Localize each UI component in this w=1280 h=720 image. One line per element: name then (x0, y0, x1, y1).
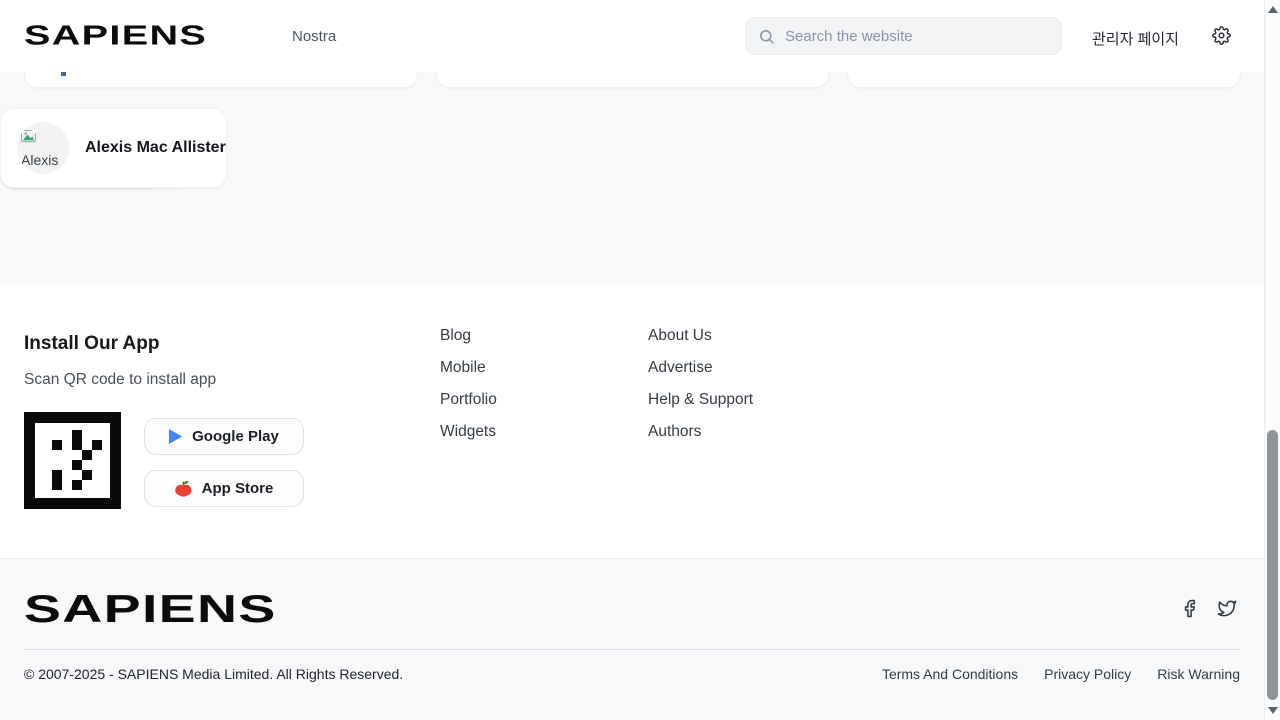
footer-link[interactable]: Portfolio (440, 391, 497, 423)
qr-pattern (42, 430, 102, 490)
footer: Install Our App Scan QR code to install … (0, 285, 1264, 558)
google-play-button[interactable]: Google Play (144, 418, 304, 455)
footer-divider (24, 649, 1240, 650)
broken-image-icon (21, 127, 36, 149)
footer-logo[interactable]: SAPIENS (24, 587, 473, 631)
scroll-down-icon[interactable] (1268, 707, 1278, 714)
app-store-button[interactable]: App Store (144, 470, 304, 507)
footer-link[interactable]: About Us (648, 327, 753, 359)
page: SAPIENS Nostra 관리자 페이지 Phil Foden Phil F… (0, 0, 1280, 720)
app-store-label: App Store (202, 480, 274, 497)
scrollbar[interactable] (1264, 0, 1280, 720)
install-app-title: Install Our App (24, 333, 159, 355)
footer-link[interactable]: Widgets (440, 423, 497, 455)
facebook-icon[interactable] (1180, 599, 1199, 618)
footer-links-secondary: About UsAdvertiseHelp & SupportAuthors (648, 327, 753, 455)
qr-code (24, 412, 121, 509)
player-name: Alexis Mac Allister (85, 139, 226, 157)
google-play-label: Google Play (192, 428, 279, 445)
social-links (1180, 599, 1237, 618)
footer-link[interactable]: Mobile (440, 359, 497, 391)
legal-link[interactable]: Privacy Policy (1044, 666, 1131, 682)
scroll-up-icon[interactable] (1268, 6, 1278, 13)
legal-link[interactable]: Terms And Conditions (882, 666, 1018, 682)
legal-link[interactable]: Risk Warning (1157, 666, 1240, 682)
footer-link[interactable]: Advertise (648, 359, 753, 391)
footer-links-primary: BlogMobilePortfolioWidgets (440, 327, 497, 455)
site-name-label: Nostra (292, 28, 336, 45)
footer-link[interactable]: Authors (648, 423, 753, 455)
apple-icon (175, 480, 192, 497)
search-input[interactable] (785, 28, 1049, 45)
install-app-subtitle: Scan QR code to install app (24, 371, 216, 389)
settings-gear-icon[interactable] (1212, 26, 1232, 46)
avatar-alt-text: Alexis Mac Allister (21, 152, 63, 174)
admin-page-link[interactable]: 관리자 페이지 (1092, 28, 1179, 49)
avatar: Alexis Mac Allister (17, 122, 69, 174)
legal-links: Terms And Conditions Privacy Policy Risk W… (882, 666, 1240, 682)
header: SAPIENS Nostra 관리자 페이지 (0, 0, 1264, 72)
scrollbar-thumb[interactable] (1267, 430, 1278, 700)
header-logo[interactable]: SAPIENS (24, 20, 275, 51)
footer-link[interactable]: Blog (440, 327, 497, 359)
cutoff-content-fragment (61, 72, 66, 76)
search-icon (758, 28, 775, 45)
copyright-text: © 2007-2025 - SAPIENS Media Limited. All… (24, 666, 403, 682)
search-bar[interactable] (745, 17, 1062, 55)
play-icon (169, 429, 182, 444)
subfooter: SAPIENS © 2007-2025 - SAPIENS Media Limi… (0, 558, 1264, 720)
player-card[interactable]: Alexis Mac Allister Alexis Mac Allister (0, 108, 227, 188)
twitter-icon[interactable] (1217, 599, 1237, 618)
footer-link[interactable]: Help & Support (648, 391, 753, 423)
